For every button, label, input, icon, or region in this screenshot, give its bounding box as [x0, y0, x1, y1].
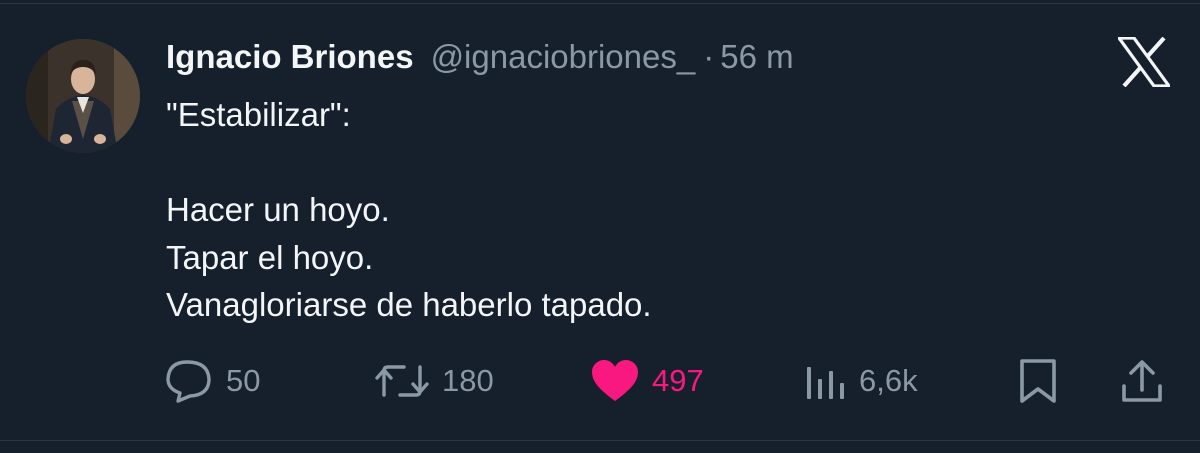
action-bar: 50 180 497 6,6k: [0, 355, 1200, 407]
bottom-divider: [0, 440, 1200, 441]
tweet-text-line: Tapar el hoyo.: [166, 238, 374, 276]
tweet-text: "Estabilizar": Hacer un hoyo. Tapar el h…: [166, 91, 652, 329]
share-button[interactable]: [1120, 355, 1164, 407]
views-button[interactable]: 6,6k: [805, 355, 918, 407]
avatar[interactable]: [26, 39, 140, 153]
retweet-arrows-icon: [374, 361, 430, 401]
bookmark-icon: [1018, 357, 1058, 405]
like-button[interactable]: 497: [590, 355, 704, 407]
x-logo-icon[interactable]: [1115, 36, 1173, 88]
bar-chart-icon: [805, 361, 847, 401]
reply-button[interactable]: 50: [164, 355, 260, 407]
author-handle[interactable]: @ignaciobriones_: [431, 38, 696, 76]
tweet-timestamp[interactable]: 56 m: [720, 38, 793, 76]
reply-count: 50: [226, 363, 261, 398]
author-name[interactable]: Ignacio Briones: [166, 38, 414, 76]
tweet-text-line: [166, 139, 652, 187]
retweet-button[interactable]: 180: [374, 355, 494, 407]
retweet-count: 180: [442, 363, 494, 398]
tweet-header: Ignacio Briones @ignaciobriones_ · 56 m: [166, 38, 794, 76]
heart-icon: [590, 359, 640, 403]
share-upload-icon: [1120, 358, 1164, 404]
separator-dot: ·: [703, 38, 715, 75]
tweet-text-line: Hacer un hoyo.: [166, 191, 390, 228]
views-count: 6,6k: [859, 363, 918, 398]
like-count: 497: [652, 363, 704, 398]
tweet-text-line: "Estabilizar":: [166, 96, 351, 133]
bookmark-button[interactable]: [1018, 355, 1058, 407]
speech-bubble-icon: [164, 358, 214, 404]
tweet-text-line: Vanagloriarse de haberlo tapado.: [166, 286, 652, 323]
top-divider: [0, 3, 1200, 4]
